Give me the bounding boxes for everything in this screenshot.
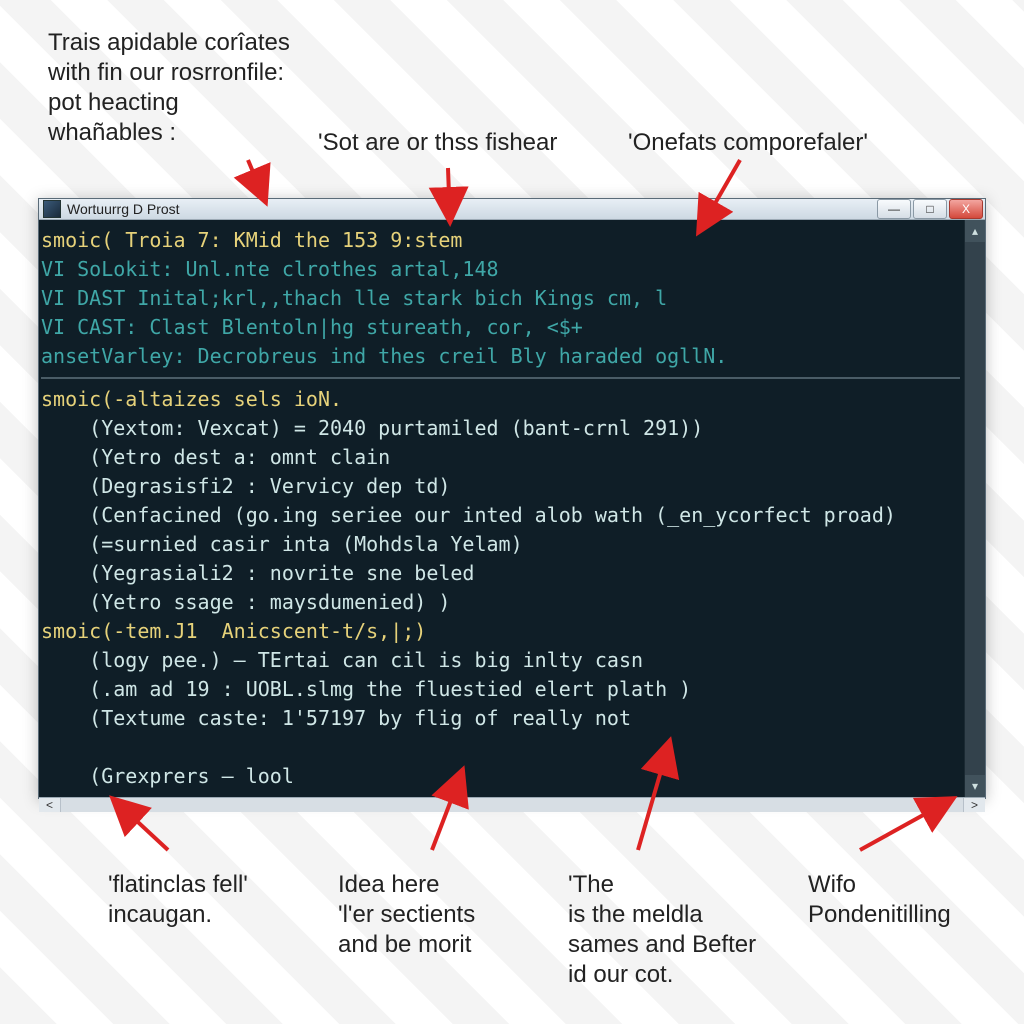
app-icon (43, 200, 61, 218)
callout-bottom-3: 'The is the meldla sames and Befter id o… (568, 870, 756, 990)
scroll-up-arrow[interactable]: ▴ (965, 220, 985, 242)
terminal-line: (Degrasisfi2 : Vervicy dep td) (41, 472, 960, 501)
close-button[interactable]: X (949, 199, 983, 219)
terminal-line: (Grexprers – lool (41, 762, 960, 791)
minimize-button[interactable]: — (877, 199, 911, 219)
terminal-line: smoic( Troia 7: KMid the 153 9:stem (41, 226, 960, 255)
callout-top-left: Trais apidable corîates with fin our ros… (48, 28, 290, 148)
callout-bottom-1: 'flatinclas fell' incaugan. (108, 870, 248, 930)
scroll-left-arrow[interactable]: < (39, 798, 61, 812)
terminal-line: (Textume caste: 1'57197 by flig of reall… (41, 704, 960, 733)
terminal-line (41, 733, 960, 762)
window-titlebar[interactable]: Wortuurrg D Prost — □ X (39, 199, 985, 220)
terminal-line: (Yegrasiali2 : novrite sne beled (41, 559, 960, 588)
scroll-down-arrow[interactable]: ▾ (965, 775, 985, 797)
callout-top-right: 'Onefats comporefaler' (628, 128, 868, 158)
terminal-line: (.am ad 19 : UOBL.slmg the fluestied ele… (41, 675, 960, 704)
window-title: Wortuurrg D Prost (67, 201, 877, 217)
maximize-button[interactable]: □ (913, 199, 947, 219)
callout-top-middle: 'Sot are or thss fishear (318, 128, 557, 158)
terminal-content[interactable]: smoic( Troia 7: KMid the 153 9:stemVI So… (39, 220, 964, 797)
terminal-window: Wortuurrg D Prost — □ X smoic( Troia 7: … (38, 198, 986, 799)
terminal-line: (Yextom: Vexcat) = 2040 purtamiled (bant… (41, 414, 960, 443)
terminal-line: (Cenfacined (go.ing seriee our inted alo… (41, 501, 960, 530)
callout-bottom-4: Wifo Pondenitilling (808, 870, 951, 930)
terminal-line: VI DAST Inital;krl,,thach lle stark bich… (41, 284, 960, 313)
terminal-line: smoic(-tem.J1 Anicscent-t/s,|;) (41, 617, 960, 646)
terminal-line: VI SoLokit: Unl.nte clrothes artal,148 (41, 255, 960, 284)
terminal-line: (Yetro ssage : maysdumenied) ) (41, 588, 960, 617)
vertical-scrollbar[interactable]: ▴ ▾ (964, 220, 985, 797)
terminal-line: (=surnied casir inta (Mohdsla Yelam) (41, 530, 960, 559)
horizontal-scrollbar[interactable]: < > (39, 797, 985, 812)
scroll-right-arrow[interactable]: > (963, 798, 985, 812)
terminal-line: VI CAST: Clast Blentoln|hg stureath, cor… (41, 313, 960, 342)
callout-bottom-2: Idea here 'l'er sectients and be morit (338, 870, 475, 960)
terminal-line: (logy pee.) – TErtai can cil is big inlt… (41, 646, 960, 675)
terminal-line: (Yetro dest a: omnt clain (41, 443, 960, 472)
terminal-line: smoic(-altaizes sels ioN. (41, 385, 960, 414)
terminal-line: ansetVarley: Decrobreus ind thes creil B… (41, 342, 960, 371)
